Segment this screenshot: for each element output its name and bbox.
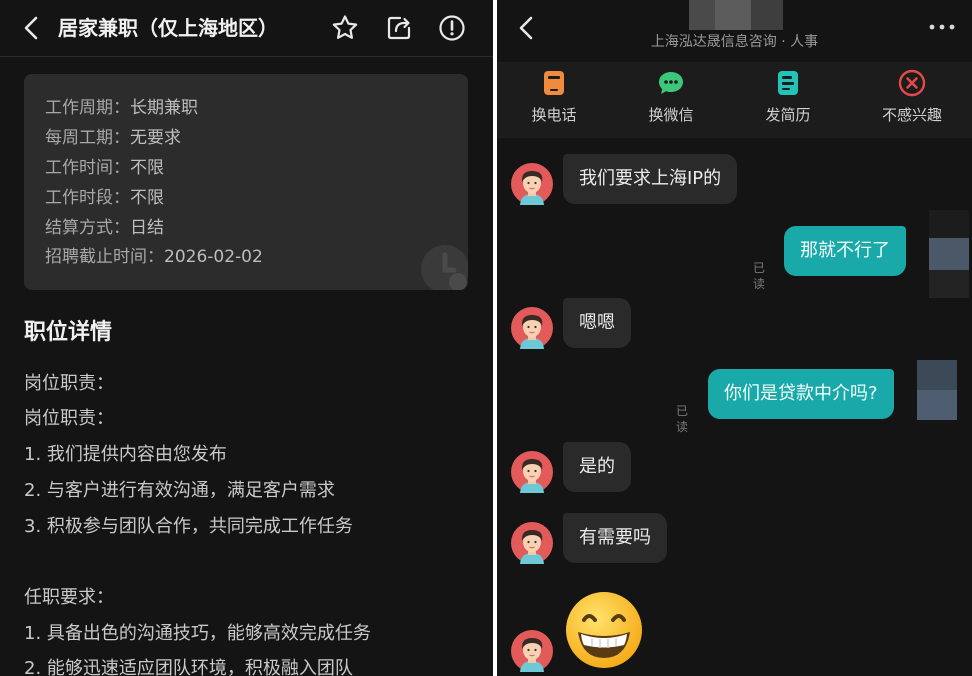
desc-line: 3. 积极参与团队合作，共同完成工作任务 — [24, 516, 353, 537]
read-status: 已读 — [753, 261, 766, 291]
my-avatar-blurred[interactable] — [917, 360, 957, 420]
share-icon[interactable] — [384, 13, 414, 43]
action-label: 发简历 — [765, 106, 811, 124]
job-info-card: 工作周期：长期兼职 每周工期：无要求 工作时间：不限 工作时段：不限 结算方式：… — [24, 74, 468, 290]
recruiter-avatar[interactable] — [511, 630, 553, 672]
desc-line: 任职要求： — [24, 587, 114, 608]
resume-icon — [778, 71, 798, 95]
not-interested-button[interactable]: 不感兴趣 — [862, 62, 962, 138]
exchange-wechat-button[interactable]: 换微信 — [621, 62, 721, 138]
message-bubble[interactable]: 那就不行了 — [784, 226, 906, 276]
report-warning-icon[interactable] — [437, 13, 467, 43]
quick-action-bar: 换电话 换微信 发简历 不感兴趣 — [497, 62, 972, 138]
not-interested-icon — [898, 69, 926, 97]
wechat-icon — [659, 72, 683, 94]
info-row-settlement: 结算方式：日结 — [45, 218, 164, 238]
message-bubble[interactable]: 有需要吗 — [563, 513, 667, 563]
recruiter-avatar[interactable] — [511, 451, 553, 493]
phone-icon — [544, 71, 564, 95]
desc-line: 岗位职责： — [24, 408, 114, 429]
desc-line: 2. 能够迅速适应团队环境，积极融入团队 — [24, 658, 353, 676]
back-arrow-icon[interactable] — [18, 14, 46, 42]
recruiter-avatar[interactable] — [511, 307, 553, 349]
desc-line: 岗位职责： — [24, 373, 114, 394]
info-row-time-slot: 工作时段：不限 — [45, 188, 164, 208]
exchange-phone-button[interactable]: 换电话 — [504, 62, 604, 138]
blurred-contact-name — [689, 0, 783, 30]
recruiter-avatar[interactable] — [511, 163, 553, 205]
action-label: 换微信 — [648, 106, 694, 124]
recruiter-avatar[interactable] — [511, 522, 553, 564]
message-bubble[interactable]: 是的 — [563, 442, 631, 492]
send-resume-button[interactable]: 发简历 — [738, 62, 838, 138]
star-icon[interactable] — [330, 13, 360, 43]
message-bubble[interactable]: 你们是贷款中介吗? — [708, 369, 894, 419]
job-header: 居家兼职（仅上海地区） — [0, 0, 493, 57]
job-detail-panel: 居家兼职（仅上海地区） 工作周期：长期兼职 每周工期：无要求 工作时间：不限 工… — [0, 0, 493, 676]
info-row-weekly-days: 每周工期：无要求 — [45, 128, 181, 148]
desc-line: 1. 我们提供内容由您发布 — [24, 444, 227, 465]
contact-company-subtitle: 上海泓达晟信息咨询 · 人事 — [650, 34, 819, 50]
clock-watermark-icon — [421, 245, 468, 290]
more-options-icon[interactable] — [927, 17, 957, 37]
read-status: 已读 — [676, 404, 689, 434]
info-row-work-hours: 工作时间：不限 — [45, 158, 164, 178]
my-avatar-blurred[interactable] — [929, 210, 969, 298]
section-title-job-details: 职位详情 — [24, 320, 113, 345]
info-row-deadline: 招聘截止时间：2026-02-02 — [45, 247, 263, 267]
chat-panel: 上海泓达晟信息咨询 · 人事 换电话 换微信 发简历 不感兴趣 我们要求上海IP… — [497, 0, 972, 676]
action-label: 不感兴趣 — [881, 106, 942, 124]
message-bubble[interactable]: 我们要求上海IP的 — [563, 154, 738, 204]
job-title: 居家兼职（仅上海地区） — [58, 16, 278, 40]
message-bubble[interactable]: 嗯嗯 — [563, 298, 631, 348]
info-row-work-period: 工作周期：长期兼职 — [45, 98, 198, 118]
grinning-face-emoji-icon[interactable] — [564, 590, 644, 670]
desc-line: 2. 与客户进行有效沟通，满足客户需求 — [24, 480, 335, 501]
desc-line: 1. 具备出色的沟通技巧，能够高效完成任务 — [24, 623, 371, 644]
action-label: 换电话 — [531, 106, 577, 124]
